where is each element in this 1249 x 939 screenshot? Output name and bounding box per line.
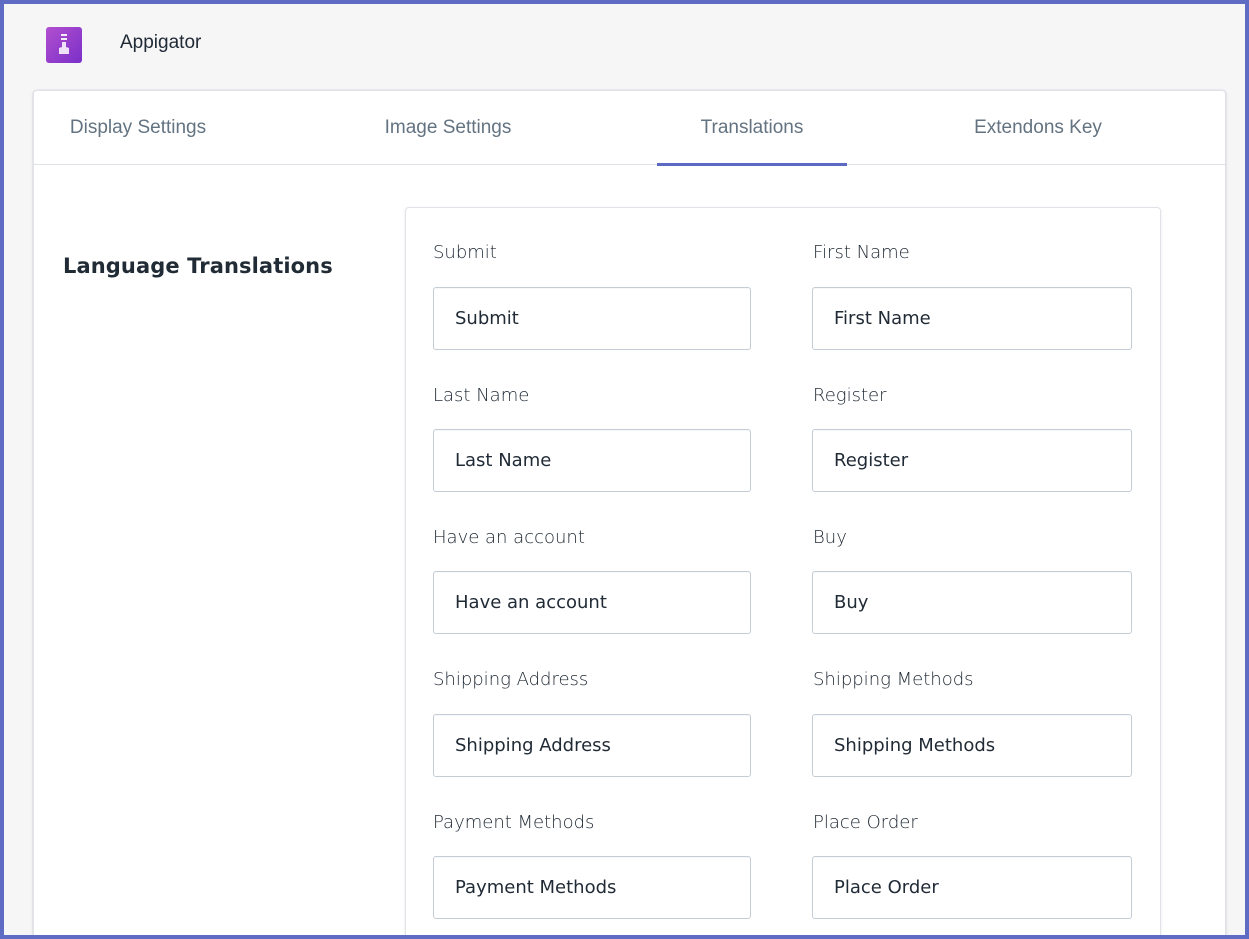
field-label-shipping-methods: Shipping Methods — [813, 669, 974, 690]
app-header: Appigator — [4, 4, 1245, 84]
shipping-address-input[interactable] — [433, 714, 751, 777]
field-label-have-an-account: Have an account — [433, 527, 585, 548]
last-name-input[interactable] — [433, 429, 751, 492]
app-title: Appigator — [120, 32, 202, 53]
field-label-shipping-address: Shipping Address — [433, 669, 589, 690]
app-logo-icon — [46, 27, 82, 63]
tab-label: Display Settings — [69, 117, 207, 138]
section-title: Language Translations — [63, 254, 333, 278]
place-order-input[interactable] — [812, 856, 1132, 919]
translations-form: Submit First Name Last Name Register Hav… — [405, 207, 1161, 939]
register-input[interactable] — [812, 429, 1132, 492]
field-label-last-name: Last Name — [433, 385, 530, 406]
payment-methods-input[interactable] — [433, 856, 751, 919]
submit-input[interactable] — [433, 287, 751, 350]
tab-display-settings[interactable]: Display Settings — [34, 91, 242, 165]
field-label-place-order: Place Order — [813, 812, 918, 833]
tab-label: Image Settings — [384, 117, 512, 138]
field-label-buy: Buy — [813, 527, 847, 548]
tab-extendons-key[interactable]: Extendons Key — [943, 91, 1133, 165]
tab-image-settings[interactable]: Image Settings — [354, 91, 542, 165]
tab-label: Extendons Key — [974, 117, 1102, 138]
tab-label: Translations — [700, 117, 804, 138]
tab-bar: Display Settings Image Settings Translat… — [34, 91, 1225, 166]
field-label-first-name: First Name — [813, 242, 910, 263]
field-label-submit: Submit — [433, 242, 497, 263]
settings-card: Display Settings Image Settings Translat… — [33, 90, 1226, 939]
buy-input[interactable] — [812, 571, 1132, 634]
have-an-account-input[interactable] — [433, 571, 751, 634]
tab-translations[interactable]: Translations — [657, 91, 847, 166]
field-label-payment-methods: Payment Methods — [433, 812, 595, 833]
field-label-register: Register — [813, 385, 887, 406]
shipping-methods-input[interactable] — [812, 714, 1132, 777]
first-name-input[interactable] — [812, 287, 1132, 350]
